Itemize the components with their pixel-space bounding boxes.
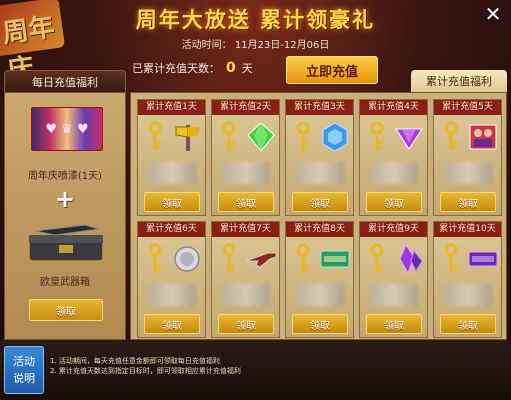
reward-claim-button[interactable]: 领取	[218, 314, 274, 334]
gold-key-icon	[296, 121, 310, 150]
blurred-reward-text	[222, 284, 270, 306]
card-icon	[320, 250, 350, 268]
note-2: 2. 累计充值天数达到指定目标时，即可领取相应累计充值福利	[50, 367, 241, 375]
reward-card: 累计充值4天领取	[359, 99, 428, 216]
blurred-reward-text	[370, 162, 418, 184]
reward-card: 累计充值9天领取	[359, 221, 428, 338]
recharge-days-unit: 天	[241, 62, 253, 75]
character-icon	[469, 124, 497, 150]
reward-card: 累计充值10天领取	[433, 221, 502, 338]
spray-paint-icon: ♥ ♛ ♥	[31, 107, 103, 151]
blurred-reward-text	[148, 162, 196, 184]
reward-claim-button[interactable]: 领取	[366, 314, 422, 334]
reward-card-title: 累计充值6天	[138, 222, 205, 237]
reward-card-title: 累计充值1天	[138, 100, 205, 115]
activity-time: 活动时间： 11月23日-12月06日	[0, 36, 511, 51]
activity-notes: 1. 活动期间，每天充值任意金额即可领取每日充值福利 2. 累计充值天数达到指定…	[50, 356, 241, 376]
blurred-reward-text	[296, 284, 344, 306]
reward-icons	[212, 237, 279, 281]
reward-icons	[286, 237, 353, 281]
daily-reward-panel: ♥ ♛ ♥ 周年庆喷漆(1天) + 欧皇武器箱 领取	[4, 92, 126, 340]
rifle-icon	[246, 252, 276, 268]
gold-key-icon	[370, 121, 384, 150]
reward-claim-button[interactable]: 领取	[440, 314, 496, 334]
daily-item2-label: 欧皇武器箱	[40, 277, 90, 288]
reward-card-title: 累计充值5天	[434, 100, 501, 115]
gold-key-icon	[148, 121, 162, 150]
blurred-reward-text	[444, 284, 492, 306]
close-button[interactable]: ✕	[483, 4, 503, 24]
gold-key-icon	[444, 243, 458, 272]
daily-claim-button[interactable]: 领取	[29, 299, 103, 321]
reward-card-title: 累计充值9天	[360, 222, 427, 237]
reward-card-title: 累计充值8天	[286, 222, 353, 237]
note-1: 1. 活动期间，每天充值任意金额即可领取每日充值福利	[50, 357, 220, 365]
reward-icons	[286, 115, 353, 159]
reward-claim-button[interactable]: 领取	[440, 192, 496, 212]
reward-card: 累计充值6天领取	[137, 221, 206, 338]
weapon-crate-icon	[28, 224, 104, 262]
purple-crystal-icon	[399, 243, 423, 275]
gold-key-icon	[222, 121, 236, 150]
blurred-reward-text	[148, 284, 196, 306]
recharge-days-count: 0	[226, 60, 236, 76]
reward-card: 累计充值8天领取	[285, 221, 354, 338]
reward-card-title: 累计充值2天	[212, 100, 279, 115]
blurred-reward-text	[296, 162, 344, 184]
recharge-now-button[interactable]: 立即充值	[286, 56, 378, 84]
reward-icons	[138, 115, 205, 159]
tab-accumulated-recharge[interactable]: 累计充值福利	[411, 70, 507, 92]
reward-card-title: 累计充值3天	[286, 100, 353, 115]
reward-claim-button[interactable]: 领取	[366, 192, 422, 212]
activity-time-label: 活动时间：	[181, 40, 232, 51]
green-gem-icon	[247, 122, 275, 152]
blue-gem-icon	[322, 122, 348, 152]
reward-icons	[138, 237, 205, 281]
daily-item1-label: 周年庆喷漆(1天)	[27, 171, 103, 182]
reward-card-title: 累计充值10天	[434, 222, 501, 237]
tab-daily-recharge[interactable]: 每日充值福利	[4, 70, 126, 92]
reward-icons	[212, 115, 279, 159]
gold-key-icon	[296, 243, 310, 272]
silver-coin-icon	[174, 246, 200, 272]
reward-icons	[434, 115, 501, 159]
reward-card: 累计充值3天领取	[285, 99, 354, 216]
recharge-days-label: 已累计充值天数：	[132, 62, 220, 75]
reward-card-title: 累计充值7天	[212, 222, 279, 237]
accumulated-reward-grid: 累计充值1天 领取 累计充值2天 领取 累计充值3天 领取 累计充值4天 领取 累计充值5天 领取…	[130, 92, 507, 340]
gold-key-icon	[222, 243, 236, 272]
blurred-reward-text	[444, 162, 492, 184]
plus-icon: +	[54, 185, 76, 213]
reward-icons	[360, 237, 427, 281]
reward-claim-button[interactable]: 领取	[144, 314, 200, 334]
recharge-days-summary: 已累计充值天数： 0 天	[132, 60, 253, 76]
reward-icons	[360, 115, 427, 159]
reward-card: 累计充值5天领取	[433, 99, 502, 216]
purple-gem-icon	[395, 128, 423, 150]
ticket-icon	[468, 251, 498, 267]
explain-line1: 活动	[13, 355, 35, 368]
reward-claim-button[interactable]: 领取	[292, 314, 348, 334]
gold-key-icon	[444, 121, 458, 150]
reward-card: 累计充值2天领取	[211, 99, 280, 216]
page-title: 周年大放送 累计领豪礼	[135, 8, 376, 32]
explain-line2: 说明	[13, 372, 35, 385]
blurred-reward-text	[222, 162, 270, 184]
activity-explain-button[interactable]: 活动 说明	[4, 346, 44, 394]
blurred-reward-text	[370, 284, 418, 306]
activity-time-range: 11月23日-12月06日	[234, 40, 330, 51]
axe-icon	[175, 125, 200, 151]
reward-card: 累计充值7天领取	[211, 221, 280, 338]
reward-card: 累计充值1天领取	[137, 99, 206, 216]
reward-claim-button[interactable]: 领取	[218, 192, 274, 212]
gold-key-icon	[370, 243, 384, 272]
gold-key-icon	[148, 243, 162, 272]
reward-card-title: 累计充值4天	[360, 100, 427, 115]
reward-claim-button[interactable]: 领取	[292, 192, 348, 212]
reward-icons	[434, 237, 501, 281]
reward-claim-button[interactable]: 领取	[144, 192, 200, 212]
